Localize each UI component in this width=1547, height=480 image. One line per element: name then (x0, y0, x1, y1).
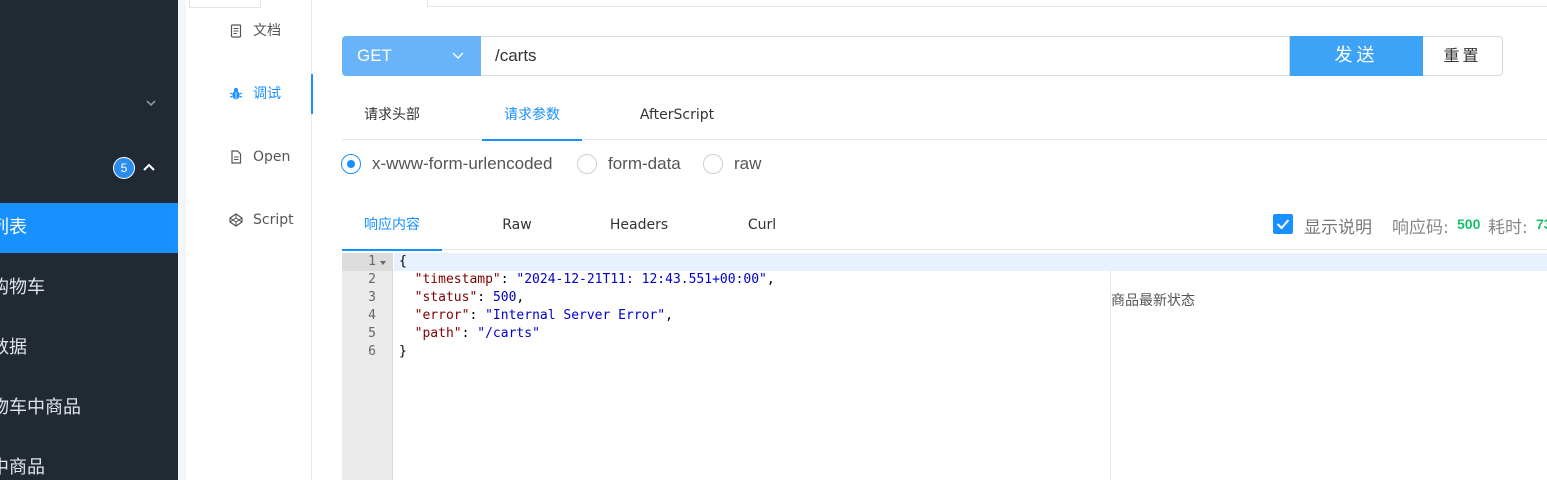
tab-label: Curl (747, 217, 777, 233)
code-line: "timestamp": "2024-12-21T11: 12:43.551+0… (414, 272, 775, 287)
sidebar-collapsed-group[interactable] (0, 90, 178, 124)
doc-tabs: 文档 调试 Open Script (186, 0, 313, 480)
sidebar-item-goods[interactable]: 中商品 (0, 443, 178, 480)
sidebar-item-label: 列表 (0, 217, 27, 238)
tab-headers[interactable]: Headers (598, 205, 680, 250)
document-icon (230, 24, 242, 38)
bug-icon (229, 88, 243, 100)
chevron-down-icon (146, 100, 156, 107)
sidebar-expanded-group[interactable]: 5 (0, 150, 178, 186)
tab-curl[interactable]: Curl (734, 205, 790, 250)
line-number: 4 (368, 308, 376, 323)
tab-open[interactable]: Open (186, 137, 312, 177)
tab-document[interactable]: 文档 (186, 11, 312, 51)
chevron-up-icon (143, 163, 155, 171)
show-description-checkbox[interactable] (1273, 214, 1293, 234)
sidebar-item-cart-goods[interactable]: 物车中商品 (0, 383, 178, 433)
field-description: 商品最新状态 (1111, 293, 1195, 309)
divider (427, 6, 1547, 7)
method-value: GET (357, 46, 392, 65)
elapsed-time-label: 耗时: (1488, 218, 1528, 238)
count-badge: 5 (113, 157, 135, 179)
code-line: } (399, 344, 407, 359)
elapsed-time-value: 73 (1536, 216, 1547, 232)
body-type-radios: x-www-form-urlencoded form-data raw (341, 152, 841, 176)
reset-button[interactable]: 重置 (1423, 36, 1503, 76)
sidebar-item-cart[interactable]: 购物车 (0, 263, 178, 313)
radio-raw[interactable]: raw (703, 152, 773, 176)
tab-label: Headers (609, 217, 669, 233)
tab-label: Raw (502, 217, 532, 233)
fold-arrow-icon[interactable] (380, 261, 386, 265)
response-meta: 显示说明 响应码: 500 耗时: 73 (1273, 212, 1547, 238)
layout-gap (178, 0, 186, 480)
tab-script[interactable]: Script (186, 200, 312, 240)
sidebar: 5 列表 购物车 数据 物车中商品 中商品 (0, 0, 178, 480)
request-bar: GET /carts 发送 重置 (342, 36, 1503, 76)
sidebar-item-label: 物车中商品 (0, 397, 81, 418)
code-area[interactable]: { "timestamp": "2024-12-21T11: 12:43.551… (394, 253, 1547, 480)
radio-label: raw (734, 154, 762, 173)
line-number: 1 (342, 253, 393, 271)
tab-response-content[interactable]: 响应内容 (342, 205, 442, 251)
request-tabs: 请求头部 请求参数 AfterScript (342, 95, 1547, 141)
show-description-label: 显示说明 (1304, 218, 1372, 238)
tab-label: Open (253, 149, 291, 165)
tab-debug[interactable]: 调试 (186, 74, 313, 114)
status-code-label: 响应码: (1392, 218, 1449, 238)
tab-afterscript[interactable]: AfterScript (622, 95, 732, 140)
tab-label: 响应内容 (364, 217, 420, 233)
code-line: "path": "/carts" (414, 326, 540, 341)
url-input[interactable]: /carts (481, 36, 1290, 76)
sidebar-item-label: 中商品 (0, 457, 45, 478)
chevron-down-icon (452, 52, 464, 59)
radio-circle (577, 154, 597, 174)
radio-urlencoded[interactable]: x-www-form-urlencoded (341, 152, 566, 176)
code-line: "error": "Internal Server Error", (414, 308, 673, 323)
radio-form-data[interactable]: form-data (577, 152, 687, 176)
line-number: 3 (368, 290, 376, 305)
code-line: "status": 500, (414, 290, 525, 305)
radio-label: x-www-form-urlencoded (372, 154, 553, 173)
tab-label: 请求头部 (364, 107, 420, 123)
tab-request-params[interactable]: 请求参数 (482, 95, 582, 141)
tab-label: 文档 (253, 23, 281, 39)
send-button[interactable]: 发送 (1290, 36, 1423, 76)
line-number: 5 (368, 326, 376, 341)
line-gutter: 1 2 3 4 5 6 (342, 253, 393, 480)
check-icon (1276, 219, 1290, 230)
tab-raw[interactable]: Raw (482, 205, 552, 250)
response-editor[interactable]: 1 2 3 4 5 6 { "timestamp": "2024-12-21T1… (342, 253, 1547, 480)
radio-circle (341, 154, 361, 174)
line-number: 2 (368, 272, 376, 287)
tab-label: AfterScript (639, 107, 715, 123)
tab-request-headers[interactable]: 请求头部 (342, 95, 442, 140)
sidebar-item-data[interactable]: 数据 (0, 323, 178, 373)
sidebar-item-label: 购物车 (0, 277, 45, 298)
sidebar-item-label: 数据 (0, 337, 27, 358)
line-number: 6 (368, 344, 376, 359)
tab-label: 请求参数 (504, 107, 560, 123)
tab-label: Script (253, 212, 294, 228)
codepen-icon (229, 213, 243, 227)
tab-label: 调试 (253, 86, 281, 102)
sidebar-item-list[interactable]: 列表 (0, 203, 178, 253)
status-code-value: 500 (1457, 216, 1481, 232)
radio-label: form-data (608, 154, 681, 173)
code-line: { (394, 253, 1547, 271)
radio-circle (703, 154, 723, 174)
method-select[interactable]: GET (342, 36, 481, 76)
file-icon (231, 150, 242, 164)
